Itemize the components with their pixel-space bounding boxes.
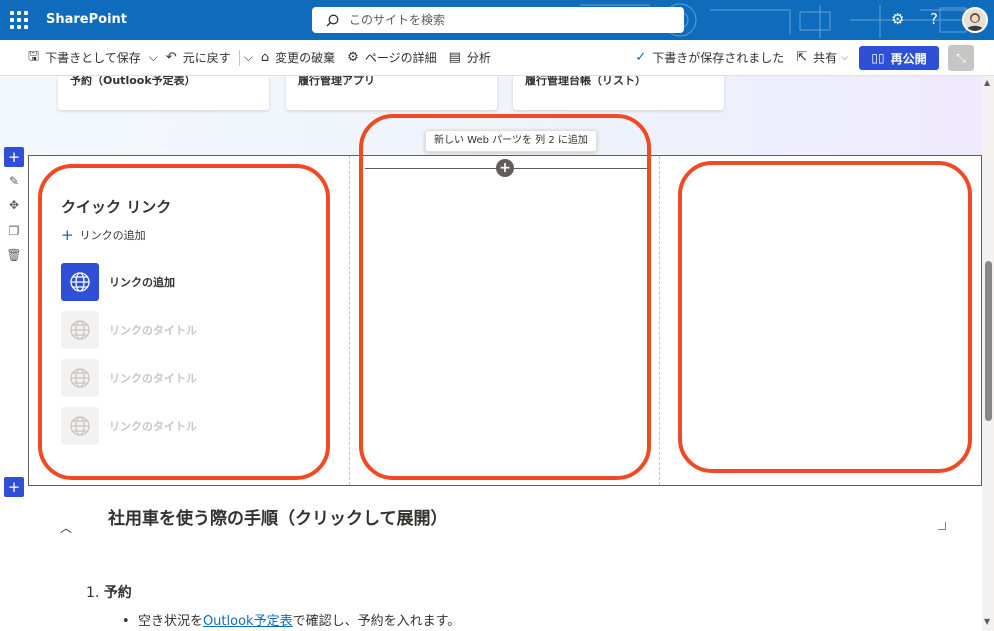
gear-icon: ⚙ [347,50,359,65]
discard-icon: ⌂ [260,50,270,65]
list-item-text: 予約 [103,585,132,601]
book-icon: ▯▯ [871,51,885,65]
settings-gear-icon[interactable]: ⚙ [891,10,904,28]
page-canvas: 予約（Outlook予定表） 履行管理アプリ 履行管理台帳（リスト） + ✎ ✥… [0,76,982,631]
column-divider [659,156,660,485]
analytics-icon: ▤ [448,50,461,65]
analytics-button[interactable]: ▤ 分析 [443,40,497,76]
discard-changes-button[interactable]: ⌂ 変更の破棄 [255,40,341,76]
draft-saved-status: ✓ 下書きが保存されました [629,40,790,76]
check-icon: ✓ [635,50,647,65]
share-icon: ⇱ [796,50,808,65]
save-draft-button[interactable]: 🖫 下書きとして保存 [22,40,147,76]
save-draft-label: 下書きとして保存 [45,51,141,65]
save-icon: 🖫 [28,48,40,64]
bullet-item: • 空き状況をOutlook予定表で確認し、予約を入れます。 [122,610,460,629]
share-label: 共有 [813,51,838,65]
resize-handle-icon[interactable] [938,522,946,530]
highlight-column-3 [678,161,972,473]
profile-person-icon [966,13,984,31]
command-bar: 🖫 下書きとして保存 ⌵ ↶ 元に戻す ⌵ ⌂ 変更の破棄 ⚙ ページの詳細 ▤… [0,40,994,76]
undo-icon: ↶ [165,50,177,65]
divider [238,49,240,66]
hero-card-app[interactable]: 履行管理アプリ [286,76,497,110]
add-section-top-button[interactable]: + [4,147,24,167]
bullet-text-pre: 空き状況を [137,614,203,629]
highlight-column-2 [359,114,651,480]
save-options-chevron-icon[interactable]: ⌵ [147,40,160,76]
list-number: 1. [86,585,100,601]
delete-section-icon[interactable]: 🗑 [6,248,22,262]
share-chevron-icon: ⌵ [841,52,848,63]
republish-button[interactable]: ▯▯ 再公開 [859,46,939,70]
analytics-label: 分析 [466,51,491,65]
edit-section-icon[interactable]: ✎ [6,174,22,188]
scroll-down-icon[interactable]: ▼ [984,617,990,626]
column-divider [349,156,350,485]
collapse-chevron-icon[interactable]: ︿ [60,519,72,536]
bullet-text-post: で確認し、予約を入れます。 [292,614,461,629]
republish-label: 再公開 [890,51,927,66]
section-heading[interactable]: 社用車を使う際の手順（クリックして展開） [108,504,448,529]
undo-button[interactable]: ↶ 元に戻す [160,40,237,76]
search-box[interactable] [312,7,684,33]
hero-card-ledger[interactable]: 履行管理台帳（リスト） [513,76,724,110]
suite-bar: SharePoint ⚙ ? [0,0,994,40]
discard-label: 変更の破棄 [275,51,336,65]
search-icon [326,14,339,26]
share-button[interactable]: ⇱ 共有 ⌵ [790,40,854,76]
move-section-icon[interactable]: ✥ [6,198,22,212]
avatar[interactable] [962,7,988,33]
page-details-button[interactable]: ⚙ ページの詳細 [341,40,442,76]
duplicate-section-icon[interactable]: ❐ [6,224,22,238]
brand-name[interactable]: SharePoint [46,12,127,27]
collapse-button[interactable]: ⤡ [948,45,974,71]
add-section-bottom-button[interactable]: + [4,477,24,497]
highlight-column-1 [38,164,330,480]
scrollbar-thumb[interactable] [985,261,992,421]
bullet-dot: • [122,614,138,629]
draft-saved-label: 下書きが保存されました [652,51,785,65]
outlook-calendar-link[interactable]: Outlook予定表 [203,614,293,629]
page-scrollbar[interactable]: ▲ ▼ [982,76,994,631]
scroll-up-icon[interactable]: ▲ [984,78,990,87]
app-launcher-icon[interactable] [10,11,28,29]
help-icon[interactable]: ? [930,10,938,28]
collapse-arrows-icon: ⤡ [956,50,966,65]
undo-label: 元に戻す [182,51,231,65]
search-input[interactable] [349,13,649,27]
hero-card-reservation[interactable]: 予約（Outlook予定表） [58,76,269,110]
undo-options-chevron-icon[interactable]: ⌵ [242,40,255,76]
page-details-label: ページの詳細 [364,51,437,65]
numbered-list-item: 1. 予約 [86,582,132,602]
